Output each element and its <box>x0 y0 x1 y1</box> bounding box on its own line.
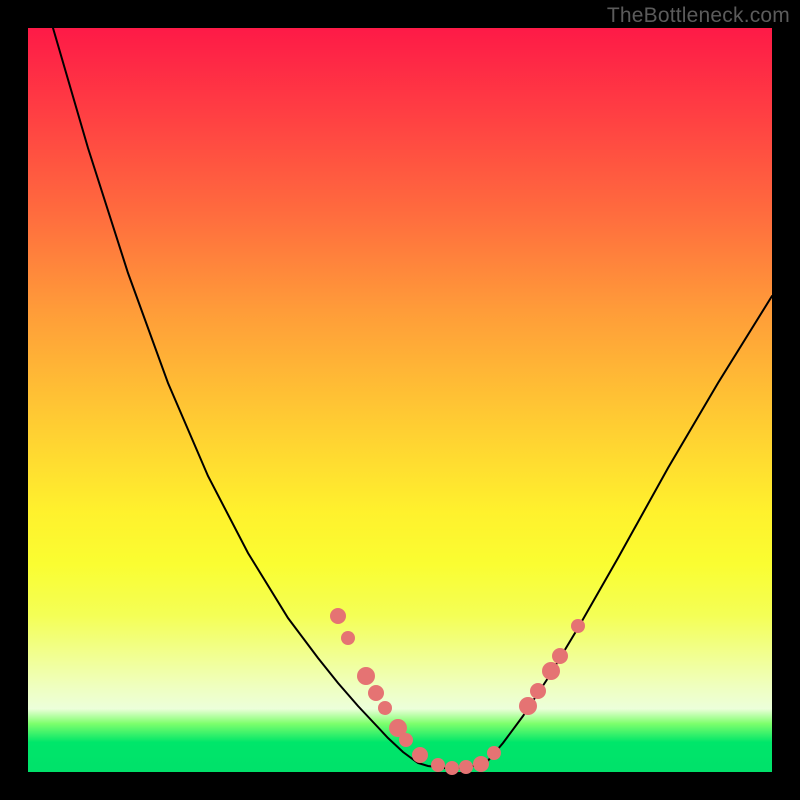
highlight-marker <box>368 685 384 701</box>
chart-frame <box>28 28 772 772</box>
bottleneck-curve-plot <box>28 28 772 772</box>
highlight-marker <box>459 760 473 774</box>
highlight-marker <box>487 746 501 760</box>
highlight-marker <box>552 648 568 664</box>
highlight-marker <box>378 701 392 715</box>
curve-path <box>53 28 772 768</box>
highlight-marker <box>530 683 546 699</box>
highlight-marker <box>571 619 585 633</box>
highlight-marker <box>330 608 346 624</box>
highlight-marker <box>431 758 445 772</box>
highlight-marker <box>412 747 428 763</box>
highlight-marker <box>542 662 560 680</box>
highlight-marker <box>445 761 459 775</box>
highlight-marker <box>341 631 355 645</box>
highlight-marker <box>519 697 537 715</box>
marker-group <box>330 608 585 775</box>
watermark-text: TheBottleneck.com <box>607 4 790 28</box>
highlight-marker <box>399 733 413 747</box>
highlight-marker <box>357 667 375 685</box>
highlight-marker <box>473 756 489 772</box>
